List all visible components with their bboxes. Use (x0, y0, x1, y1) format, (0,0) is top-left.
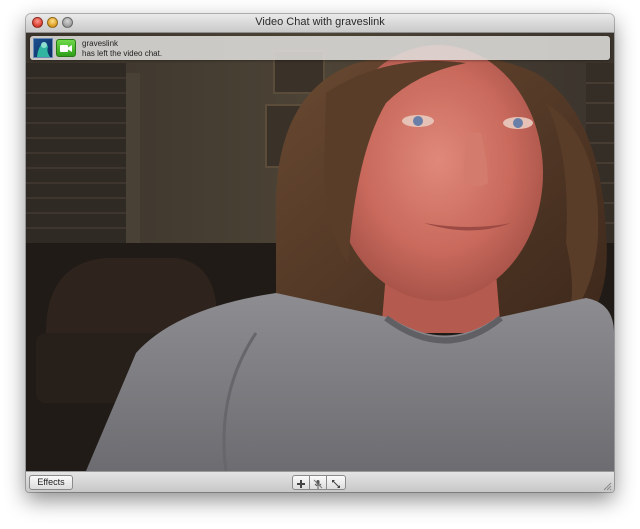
buddy-avatar (33, 38, 53, 58)
fullscreen-button[interactable] (327, 475, 346, 490)
resize-grip-icon[interactable] (602, 481, 612, 491)
title-bar[interactable]: Video Chat with graveslink (26, 14, 614, 33)
notification-message: has left the video chat. (82, 49, 163, 58)
window-title: Video Chat with graveslink (255, 16, 385, 28)
video-feed: graveslink has left the video chat. (26, 33, 614, 471)
add-participant-button[interactable] (292, 475, 310, 490)
plus-icon (297, 479, 305, 488)
video-camera-icon (56, 39, 76, 57)
notification-username: graveslink (82, 39, 119, 48)
video-chat-window: Video Chat with graveslink graveslink ha… (26, 14, 614, 492)
mute-microphone-icon (313, 479, 323, 489)
bottom-toolbar: Effects (26, 471, 614, 492)
mute-button[interactable] (310, 475, 327, 490)
video-frame (26, 33, 614, 471)
effects-button[interactable]: Effects (29, 475, 73, 490)
fullscreen-arrows-icon (332, 479, 340, 488)
notification-banner: graveslink has left the video chat. (30, 36, 610, 60)
